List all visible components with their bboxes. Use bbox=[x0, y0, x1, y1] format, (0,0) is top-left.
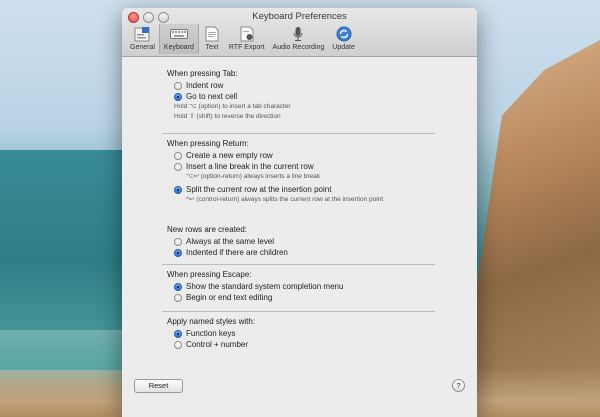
tab-option-next-cell[interactable]: Go to next cell bbox=[174, 91, 291, 102]
toolbar-label-keyboard: Keyboard bbox=[163, 44, 194, 51]
radio-function-keys[interactable] bbox=[174, 329, 182, 338]
styles-option-label: Function keys bbox=[186, 329, 236, 338]
desktop-surf bbox=[0, 330, 130, 370]
styles-option-function-keys[interactable]: Function keys bbox=[174, 328, 255, 339]
radio-indented[interactable] bbox=[174, 248, 182, 257]
escape-option-label: Show the standard system completion menu bbox=[186, 282, 344, 291]
return-option-split[interactable]: Split the current row at the insertion p… bbox=[174, 184, 383, 195]
toolbar-item-keyboard[interactable]: Keyboard bbox=[158, 24, 199, 54]
new-rows-option-label: Indented if there are children bbox=[186, 248, 288, 257]
title-bar: Keyboard Preferences General Keyboard Te… bbox=[122, 8, 477, 57]
toolbar-label-update: Update bbox=[332, 44, 355, 51]
radio-indent-row[interactable] bbox=[174, 81, 182, 90]
radio-same-level[interactable] bbox=[174, 237, 182, 246]
toolbar-item-general[interactable]: General bbox=[126, 24, 159, 54]
section-divider bbox=[162, 264, 435, 265]
general-icon bbox=[133, 25, 151, 43]
return-option-line-break[interactable]: Insert a line break in the current row bbox=[174, 161, 383, 172]
tab-hint-option: Hold ⌥ (option) to insert a tab characte… bbox=[174, 103, 291, 110]
toolbar-item-text[interactable]: Text bbox=[199, 24, 225, 54]
new-rows-option-label: Always at the same level bbox=[186, 237, 275, 246]
update-icon bbox=[335, 25, 353, 43]
radio-new-row[interactable] bbox=[174, 151, 182, 160]
toolbar-item-update[interactable]: Update bbox=[328, 24, 359, 54]
radio-completion-menu[interactable] bbox=[174, 282, 182, 291]
radio-split-row[interactable] bbox=[174, 185, 182, 194]
preferences-content: When pressing Tab: Indent row Go to next… bbox=[122, 57, 477, 417]
escape-option-label: Begin or end text editing bbox=[186, 293, 273, 302]
radio-text-editing[interactable] bbox=[174, 293, 182, 302]
rtf-export-icon bbox=[238, 25, 256, 43]
escape-option-text-editing[interactable]: Begin or end text editing bbox=[174, 292, 343, 303]
new-rows-option-indented[interactable]: Indented if there are children bbox=[174, 247, 288, 258]
tab-option-label: Go to next cell bbox=[186, 92, 238, 101]
return-option-label: Insert a line break in the current row bbox=[186, 162, 314, 171]
microphone-icon bbox=[289, 25, 307, 43]
return-option-label: Create a new empty row bbox=[186, 151, 273, 160]
tab-option-indent-row[interactable]: Indent row bbox=[174, 80, 291, 91]
toolbar-label-text: Text bbox=[205, 44, 219, 51]
styles-option-label: Control + number bbox=[186, 340, 249, 349]
toolbar-label-general: General bbox=[130, 44, 155, 51]
return-option-new-row[interactable]: Create a new empty row bbox=[174, 150, 383, 161]
preferences-window: Keyboard Preferences General Keyboard Te… bbox=[122, 8, 477, 417]
desktop-cliff bbox=[460, 40, 600, 417]
return-section: When pressing Return: Create a new empty… bbox=[167, 139, 383, 205]
section-divider bbox=[162, 133, 435, 134]
return-hint-line-break: ⌥↩ (option-return) always inserts a line… bbox=[186, 173, 320, 180]
tab-heading: When pressing Tab: bbox=[167, 69, 238, 78]
window-title: Keyboard Preferences bbox=[252, 11, 347, 22]
styles-section: Apply named styles with: Function keys C… bbox=[167, 317, 255, 350]
radio-next-cell[interactable] bbox=[174, 92, 182, 101]
toolbar-item-audio-recording[interactable]: Audio Recording bbox=[269, 24, 329, 54]
new-rows-option-same-level[interactable]: Always at the same level bbox=[174, 236, 288, 247]
section-divider bbox=[162, 311, 435, 312]
text-icon bbox=[203, 25, 221, 43]
return-option-label: Split the current row at the insertion p… bbox=[186, 185, 332, 194]
return-hint-split: ^↩ (control-return) always splits the cu… bbox=[186, 196, 384, 203]
radio-line-break[interactable] bbox=[174, 162, 182, 171]
tab-option-label: Indent row bbox=[186, 81, 224, 90]
tab-section: When pressing Tab: Indent row Go to next… bbox=[167, 69, 291, 122]
reset-button[interactable]: Reset bbox=[134, 379, 183, 393]
escape-section: When pressing Escape: Show the standard … bbox=[167, 270, 343, 303]
toolbar-label-rtf-export: RTF Export bbox=[228, 44, 265, 51]
new-rows-section: New rows are created: Always at the same… bbox=[167, 225, 288, 258]
toolbar-label-audio-recording: Audio Recording bbox=[272, 44, 325, 51]
styles-option-control-number[interactable]: Control + number bbox=[174, 339, 255, 350]
return-heading: When pressing Return: bbox=[167, 139, 249, 148]
styles-heading: Apply named styles with: bbox=[167, 317, 256, 326]
tab-hint-shift: Hold ⇧ (shift) to reverse the direction bbox=[174, 113, 281, 120]
escape-heading: When pressing Escape: bbox=[167, 270, 252, 279]
escape-option-completion-menu[interactable]: Show the standard system completion menu bbox=[174, 281, 343, 292]
toolbar-item-rtf-export[interactable]: RTF Export bbox=[225, 24, 269, 54]
new-rows-heading: New rows are created: bbox=[167, 225, 248, 234]
keyboard-icon bbox=[169, 25, 188, 43]
help-button[interactable]: ? bbox=[452, 379, 465, 392]
radio-control-number[interactable] bbox=[174, 340, 182, 349]
preferences-toolbar: General Keyboard Text RTF Export Audio R… bbox=[126, 24, 359, 54]
